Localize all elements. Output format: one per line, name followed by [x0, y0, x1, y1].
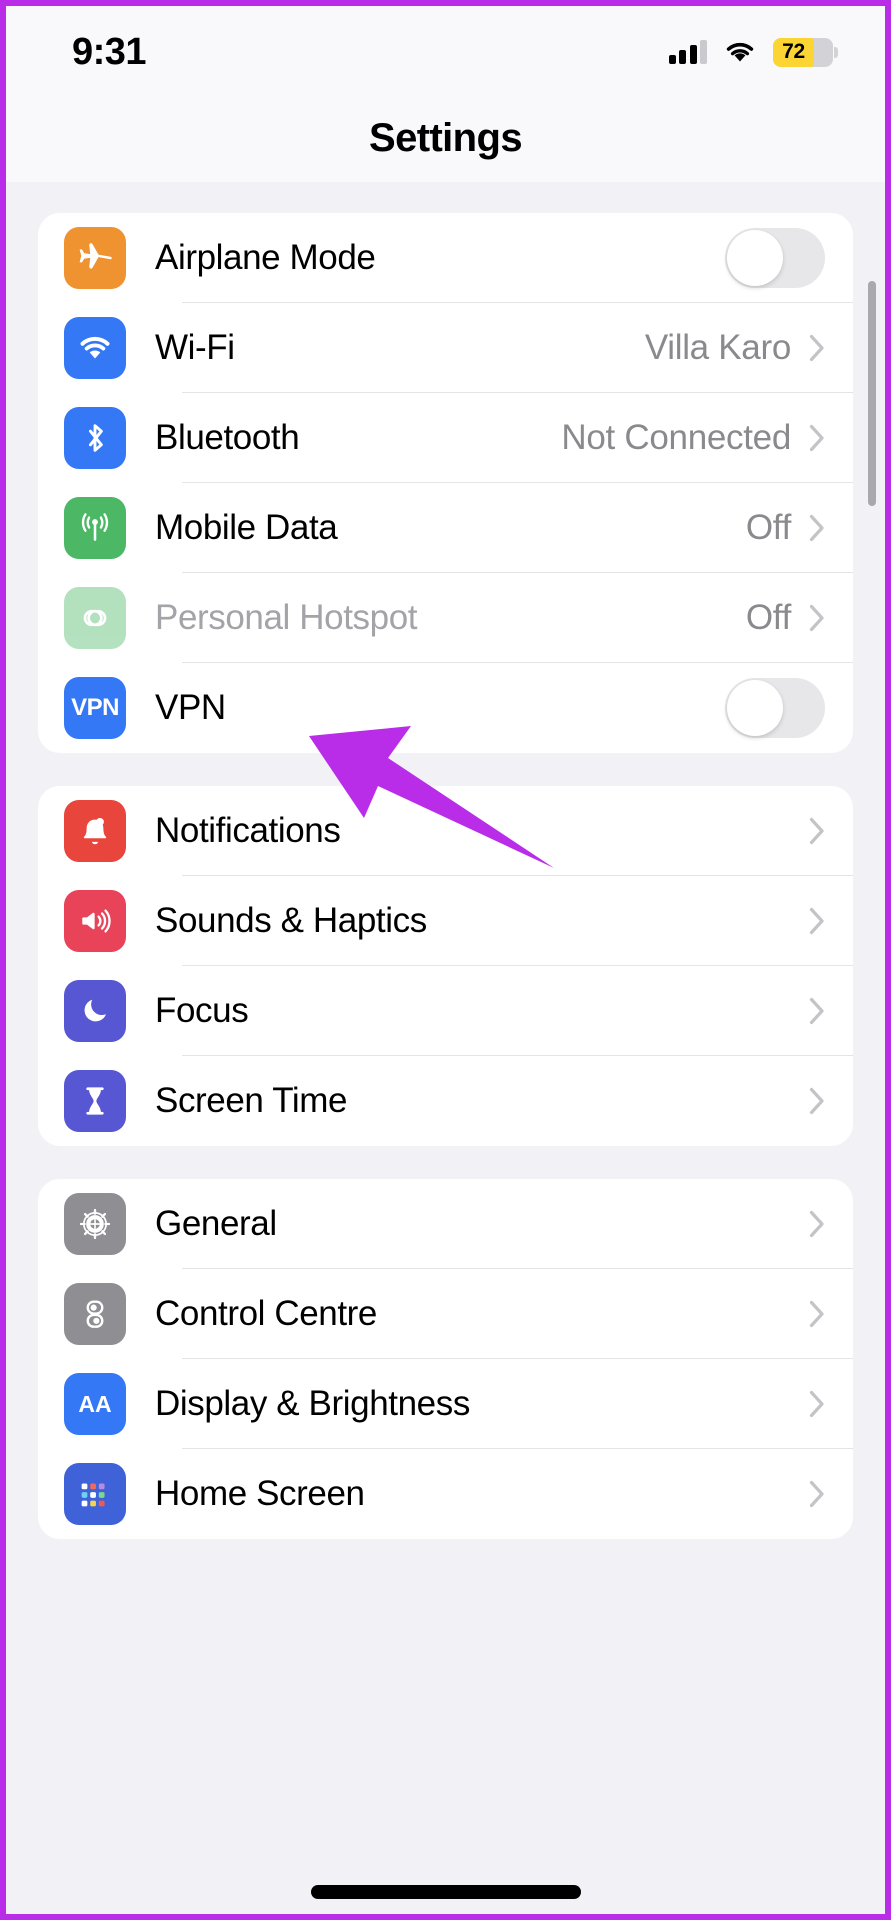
chevron-right-icon [809, 997, 825, 1025]
settings-list[interactable]: Airplane Mode Wi-Fi Villa Karo Bluetooth Not… [6, 213, 885, 1914]
settings-row-display-brightness[interactable]: AA Display & Brightness [38, 1359, 853, 1449]
home-indicator [310, 1885, 581, 1899]
battery-percent-label: 72 [782, 40, 805, 63]
chevron-right-icon [809, 1210, 825, 1238]
settings-row-label: Screen Time [155, 1081, 348, 1120]
toggle-switch[interactable] [725, 228, 825, 288]
settings-row-personal-hotspot: Personal Hotspot Off [38, 573, 853, 663]
settings-row-label: General [155, 1204, 277, 1243]
phone-screen: 9:31 72 Settings Airplane Mode Wi-Fi Vil… [0, 0, 891, 1920]
speaker-waves-icon [64, 890, 126, 952]
settings-row-wi-fi[interactable]: Wi-Fi Villa Karo [38, 303, 853, 393]
settings-group-connectivity: Airplane Mode Wi-Fi Villa Karo Bluetooth Not… [38, 213, 853, 753]
settings-row-label: Mobile Data [155, 508, 338, 547]
chevron-right-icon [809, 817, 825, 845]
settings-group-alerts: Notifications Sounds & Haptics Focus Screen… [38, 786, 853, 1146]
settings-row-value: Off [745, 598, 791, 637]
chevron-right-icon [809, 514, 825, 542]
chevron-right-icon [809, 334, 825, 362]
chevron-right-icon [809, 1087, 825, 1115]
toggle-switch[interactable] [725, 678, 825, 738]
settings-row-value: Villa Karo [644, 328, 791, 367]
chevron-right-icon [809, 907, 825, 935]
wifi-icon [724, 40, 756, 64]
wifi-icon [64, 317, 126, 379]
bell-icon [64, 800, 126, 862]
settings-row-home-screen[interactable]: Home Screen [38, 1449, 853, 1539]
settings-row-label: Wi-Fi [155, 328, 235, 367]
chevron-right-icon [809, 604, 825, 632]
settings-row-label: VPN [155, 688, 226, 727]
settings-row-label: Control Centre [155, 1294, 378, 1333]
gear-icon [64, 1193, 126, 1255]
settings-row-label: Sounds & Haptics [155, 901, 427, 940]
bluetooth-icon [64, 407, 126, 469]
settings-row-value: Not Connected [561, 418, 791, 457]
chevron-right-icon [809, 1300, 825, 1328]
hourglass-icon [64, 1070, 126, 1132]
settings-row-label: Home Screen [155, 1474, 365, 1513]
toggle-knob [727, 680, 783, 736]
settings-row-label: Airplane Mode [155, 238, 376, 277]
settings-row-control-centre[interactable]: Control Centre [38, 1269, 853, 1359]
settings-row-value: Off [745, 508, 791, 547]
settings-row-notifications[interactable]: Notifications [38, 786, 853, 876]
vpn-icon: VPN [64, 677, 126, 739]
moon-icon [64, 980, 126, 1042]
settings-row-label: Display & Brightness [155, 1384, 470, 1423]
display-aa-icon: AA [64, 1373, 126, 1435]
settings-row-focus[interactable]: Focus [38, 966, 853, 1056]
settings-row-label: Bluetooth [155, 418, 300, 457]
battery-indicator: 72 [773, 37, 838, 67]
settings-row-label: Personal Hotspot [155, 598, 418, 637]
settings-row-screen-time[interactable]: Screen Time [38, 1056, 853, 1146]
status-bar-clock: 9:31 [72, 31, 147, 73]
settings-row-mobile-data[interactable]: Mobile Data Off [38, 483, 853, 573]
toggle-knob [727, 230, 783, 286]
hotspot-link-icon [64, 587, 126, 649]
chevron-right-icon [809, 1480, 825, 1508]
page-title: Settings [369, 115, 523, 160]
settings-row-vpn[interactable]: VPN VPN [38, 663, 853, 753]
settings-row-bluetooth[interactable]: Bluetooth Not Connected [38, 393, 853, 483]
settings-group-system: General Control Centre AA Display & Brightn… [38, 1179, 853, 1539]
control-centre-toggles-icon [64, 1283, 126, 1345]
scroll-indicator[interactable] [868, 281, 876, 506]
airplane-icon [64, 227, 126, 289]
cellular-signal-icon [668, 40, 707, 64]
settings-row-airplane-mode[interactable]: Airplane Mode [38, 213, 853, 303]
settings-row-general[interactable]: General [38, 1179, 853, 1269]
nav-bar: Settings [6, 94, 885, 182]
home-screen-grid-icon [64, 1463, 126, 1525]
battery-nub-icon [834, 46, 838, 58]
status-bar: 9:31 72 [6, 6, 885, 94]
chevron-right-icon [809, 424, 825, 452]
settings-row-sounds-haptics[interactable]: Sounds & Haptics [38, 876, 853, 966]
settings-row-label: Notifications [155, 811, 341, 850]
cellular-antenna-icon [64, 497, 126, 559]
chevron-right-icon [809, 1390, 825, 1418]
settings-row-label: Focus [155, 991, 249, 1030]
status-bar-indicators: 72 [668, 37, 838, 67]
